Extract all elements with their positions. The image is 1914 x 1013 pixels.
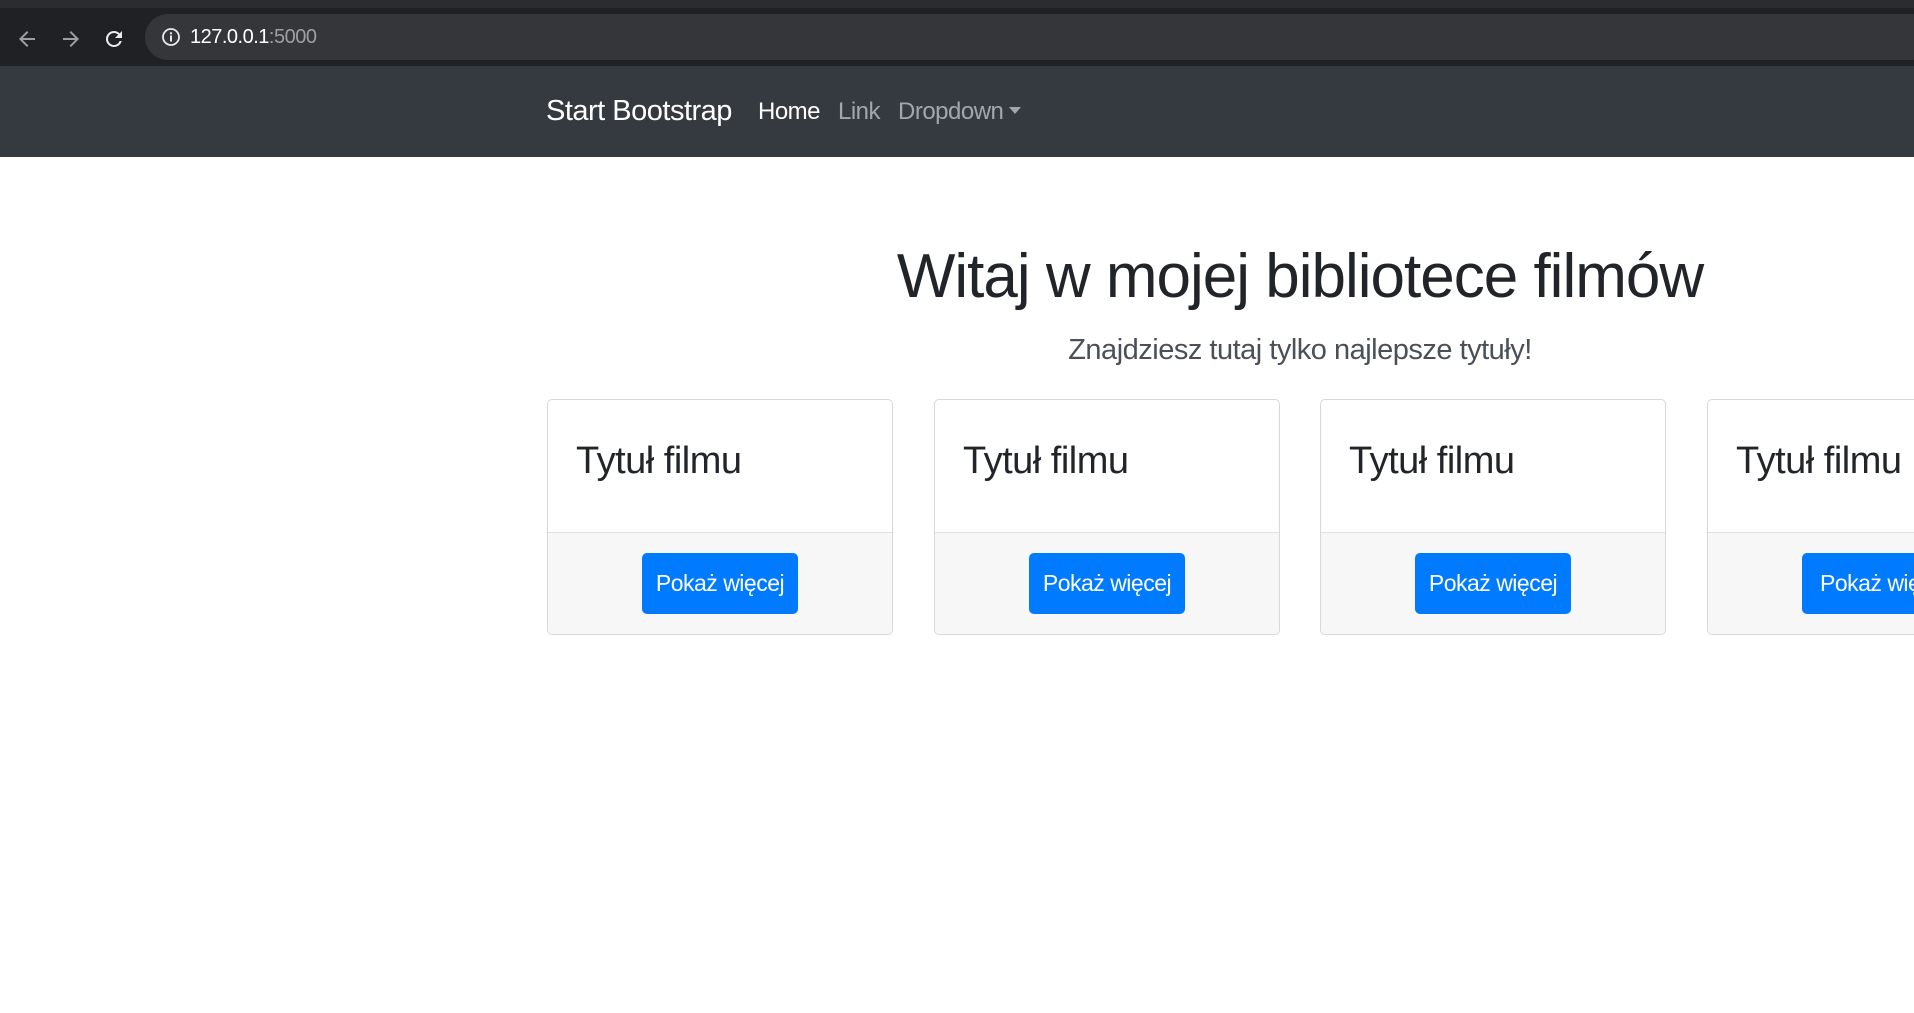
card-footer: Pokaż więcej [548,533,892,634]
nav-link-home[interactable]: Home [758,66,821,157]
card-title: Tytuł filmu [576,440,742,482]
show-more-button[interactable]: Pokaż więcej [1415,553,1571,614]
url-port: :5000 [268,26,317,48]
info-icon[interactable] [161,27,181,47]
page-title: Witaj w mojej bibliotece filmów [896,242,1704,311]
url-host: 127.0.0.1 [190,26,269,48]
site-navbar: Start Bootstrap Home Link Dropdown [0,66,1914,157]
navbar-brand[interactable]: Start Bootstrap [546,66,732,157]
card-title: Tytuł filmu [963,440,1129,482]
url-text[interactable]: 127.0.0.1:5000 [190,14,317,60]
back-button[interactable] [13,25,41,53]
browser-toolbar: 127.0.0.1:5000 [0,8,1914,66]
card-body: Tytuł filmu [1708,400,1914,533]
page-subtitle: Znajdziesz tutaj tylko najlepsze tytuły! [1068,334,1532,366]
nav-dropdown-toggle[interactable]: Dropdown [898,66,1022,157]
reload-icon [105,30,122,47]
card-footer: Pokaż więcej [1321,533,1665,634]
movie-card: Tytuł filmu Pokaż więcej [934,399,1280,635]
caret-down-icon [1009,107,1022,114]
movie-card: Tytuł filmu Pokaż więcej [547,399,893,635]
card-footer: Pokaż więcej [935,533,1279,634]
show-more-button[interactable]: Pokaż więcej [1802,553,1914,614]
card-body: Tytuł filmu [548,400,892,533]
movie-card: Tytuł filmu Pokaż więcej [1707,399,1914,635]
browser-tab-strip [0,0,1914,8]
reload-button[interactable] [100,25,128,53]
card-title: Tytuł filmu [1349,440,1515,482]
nav-link-link[interactable]: Link [838,66,881,157]
movie-card: Tytuł filmu Pokaż więcej [1320,399,1666,635]
forward-button[interactable] [57,25,85,53]
back-arrow-icon [19,31,35,47]
card-body: Tytuł filmu [1321,400,1665,533]
show-more-button[interactable]: Pokaż więcej [1029,553,1185,614]
card-body: Tytuł filmu [935,400,1279,533]
card-footer: Pokaż więcej [1708,533,1914,634]
show-more-button[interactable]: Pokaż więcej [642,553,798,614]
address-bar[interactable]: 127.0.0.1:5000 [145,14,1914,60]
card-title: Tytuł filmu [1736,440,1902,482]
nav-dropdown-label: Dropdown [898,98,1004,125]
forward-arrow-icon [63,31,79,47]
